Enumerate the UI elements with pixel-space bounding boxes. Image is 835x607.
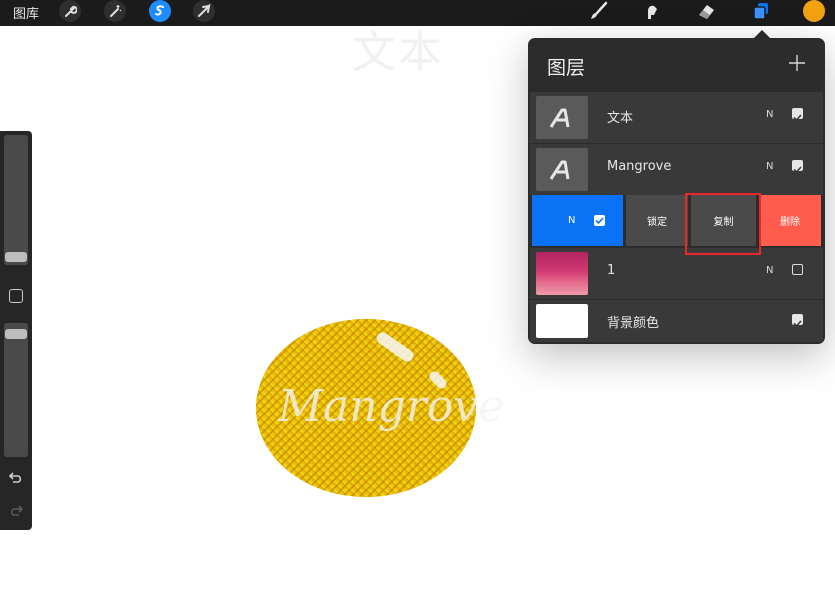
top-toolbar: 图库 bbox=[0, 0, 835, 26]
opacity-slider[interactable] bbox=[4, 323, 28, 457]
layer-row-1[interactable]: 1 N bbox=[530, 248, 823, 299]
eraser-icon[interactable] bbox=[695, 0, 717, 22]
color-swatch[interactable] bbox=[803, 0, 825, 22]
brush-size-handle[interactable] bbox=[5, 252, 27, 262]
delete-button[interactable]: 删除 bbox=[759, 195, 821, 246]
layer-row-mangrove[interactable]: Mangrove N bbox=[530, 144, 823, 195]
visibility-checkbox[interactable] bbox=[594, 215, 605, 226]
visibility-checkbox[interactable] bbox=[792, 314, 803, 328]
text-layer-icon bbox=[536, 96, 588, 139]
layers-icon[interactable] bbox=[750, 0, 772, 22]
artwork-text: Mangrove bbox=[278, 381, 505, 432]
smudge-icon[interactable] bbox=[641, 0, 663, 22]
layer-name: 1 bbox=[607, 263, 616, 278]
blend-mode[interactable]: N bbox=[568, 215, 575, 226]
layer-name: 文本 bbox=[607, 111, 634, 126]
opacity-handle[interactable] bbox=[5, 329, 27, 339]
layer-row-text[interactable]: 文本 N bbox=[530, 92, 823, 143]
blend-mode[interactable]: N bbox=[766, 109, 773, 120]
blend-mode[interactable]: N bbox=[766, 265, 773, 276]
selection-icon[interactable] bbox=[149, 0, 171, 22]
visibility-checkbox[interactable] bbox=[792, 264, 803, 275]
brush-size-slider[interactable] bbox=[4, 135, 28, 265]
swiped-layer-row[interactable]: N 锁定 复制 删除 bbox=[530, 195, 823, 248]
undo-icon[interactable] bbox=[8, 470, 24, 489]
selected-layer-tile[interactable]: N bbox=[532, 195, 623, 246]
redo-icon[interactable] bbox=[8, 503, 24, 522]
add-layer-icon[interactable] bbox=[788, 54, 806, 72]
artwork-ellipse: Mangrove bbox=[256, 319, 504, 501]
layer-name: Mangrove bbox=[607, 159, 672, 174]
transform-arrow-icon[interactable] bbox=[193, 0, 215, 22]
layer-name: 背景颜色 bbox=[607, 316, 660, 331]
highlight-box bbox=[685, 193, 761, 255]
brush-icon[interactable] bbox=[588, 0, 610, 22]
lock-button[interactable]: 锁定 bbox=[626, 195, 688, 246]
text-layer-icon bbox=[536, 148, 588, 191]
blend-mode[interactable]: N bbox=[766, 161, 773, 172]
panel-title: 图层 bbox=[547, 57, 586, 79]
layer-row-background[interactable]: 背景颜色 bbox=[530, 300, 823, 342]
gradient-thumbnail bbox=[536, 252, 588, 295]
gallery-button[interactable]: 图库 bbox=[13, 3, 39, 22]
magic-wand-icon[interactable] bbox=[104, 0, 126, 22]
layers-panel: 图层 文本 N Mangrove N N 锁定 复制 删除 1 N 背景颜色 bbox=[528, 38, 825, 344]
visibility-checkbox[interactable] bbox=[792, 160, 803, 174]
wrench-icon[interactable] bbox=[59, 0, 81, 22]
visibility-checkbox[interactable] bbox=[792, 108, 803, 122]
white-swatch[interactable] bbox=[536, 304, 588, 338]
modify-button[interactable] bbox=[9, 289, 23, 303]
left-sidebar bbox=[0, 131, 32, 530]
